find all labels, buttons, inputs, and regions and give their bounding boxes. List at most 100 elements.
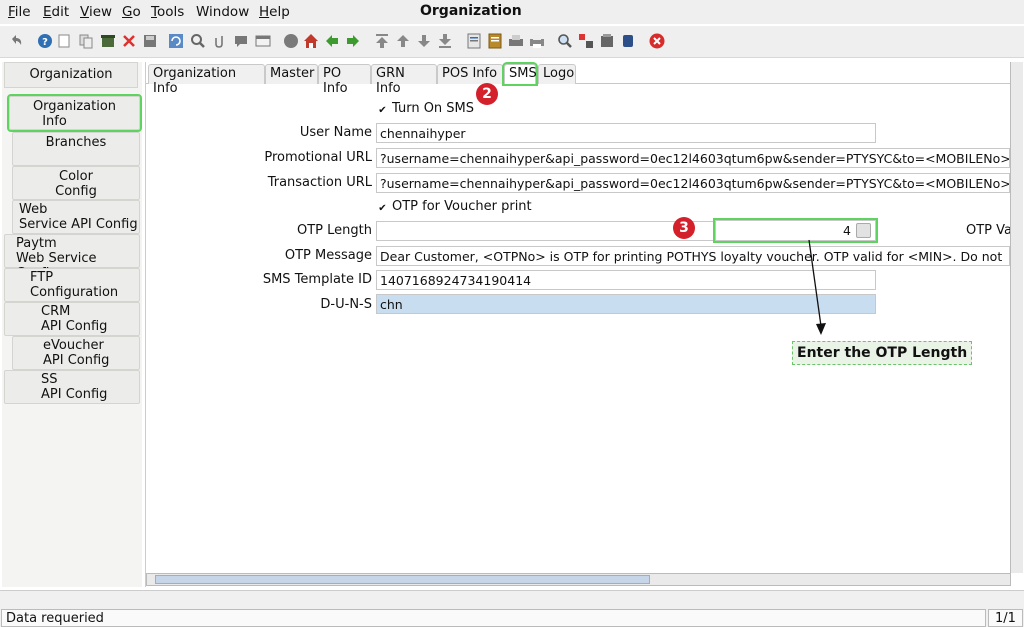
nav-item-web-service-api-config[interactable]: Web Service API Config [12,200,140,234]
history-icon[interactable] [255,33,271,49]
status-bar: Data requeried 1/1 [0,590,1024,627]
user-name-label: User Name [299,125,372,140]
promotional-url-field[interactable]: ?username=chennaihyper&api_password=0ec1… [376,148,1010,168]
print-icon[interactable] [529,33,545,49]
status-message: Data requeried [1,609,986,627]
tab-master[interactable]: Master [265,64,318,84]
nav-item-line2: API Config [43,353,110,368]
nav-item-line1: Organization [32,99,117,114]
turn-on-sms-label: Turn On SMS [392,101,475,116]
nav-item-branches[interactable]: Branches [12,132,140,166]
tab-po-info[interactable]: PO Info [318,64,371,96]
nav-item-evoucher-api-config[interactable]: eVoucher API Config [12,336,140,370]
transaction-url-label: Transaction URL [267,175,372,190]
workflow-icon[interactable] [620,33,636,49]
content-panel: Organization Info Master PO Info GRN Inf… [145,62,1023,587]
document-icon[interactable] [487,33,503,49]
undo-icon[interactable] [8,33,24,49]
tab-grn-info[interactable]: GRN Info [371,64,437,96]
menu-bar: File Edit View Go Tools Window Help Orga… [0,0,1024,24]
first-icon[interactable] [374,33,390,49]
save-icon[interactable] [142,33,158,49]
scrollbar-thumb[interactable] [155,575,650,584]
user-name-field[interactable]: chennaihyper [376,123,876,143]
report-icon[interactable] [466,33,482,49]
print-preview-icon[interactable] [508,33,524,49]
otp-message-label: OTP Message [284,248,372,263]
nav-item-line1: Web [19,202,48,217]
forward-icon[interactable] [345,33,361,49]
last-icon[interactable] [437,33,453,49]
back-icon[interactable] [324,33,340,49]
page-indicator: 1/1 [988,609,1023,627]
spinner-icon[interactable] [856,223,871,238]
nav-item-crm-api-config[interactable]: CRM API Config [4,302,140,336]
otp-voucher-label: OTP for Voucher print [392,199,532,214]
close-record-icon[interactable] [121,33,137,49]
exit-icon[interactable] [649,33,665,49]
refresh-icon[interactable] [168,33,184,49]
otp-length-label: OTP Length [297,223,372,238]
nav-item-line2: Info [42,114,67,129]
nav-item-ss-api-config[interactable]: SS API Config [4,370,140,404]
window-title: Organization [420,3,522,19]
left-nav-header: Organization [4,62,138,88]
next-icon[interactable] [416,33,432,49]
nav-item-line1: eVoucher [43,338,104,353]
menu-view[interactable]: View [80,4,112,20]
product-icon[interactable] [599,33,615,49]
tab-bar: Organization Info Master PO Info GRN Inf… [146,62,1023,96]
zoom-icon[interactable] [557,33,573,49]
otp-voucher-checkbox[interactable]: ✔ OTP for Voucher print [377,199,532,215]
find-icon[interactable] [190,33,206,49]
archive-icon[interactable] [283,33,299,49]
menu-tools[interactable]: Tools [151,4,184,20]
tab-pos-info[interactable]: POS Info [437,64,503,84]
tab-organization-info[interactable]: Organization Info [148,64,265,96]
menu-file[interactable]: File [8,4,31,20]
transaction-url-field[interactable]: ?username=chennaihyper&api_password=0ec1… [376,173,1010,193]
duns-field[interactable]: chn [376,294,876,314]
vertical-scrollbar[interactable] [1010,62,1023,573]
help-icon[interactable]: ? [37,33,53,49]
home-icon[interactable] [303,33,319,49]
tab-sms[interactable]: SMS [502,62,538,86]
turn-on-sms-checkbox[interactable]: ✔ Turn On SMS [377,101,474,117]
step-badge-2: 2 [476,83,498,105]
chat-icon[interactable] [233,33,249,49]
menu-edit[interactable]: Edit [43,4,69,20]
tab-logo[interactable]: Logo [538,64,576,84]
menu-window[interactable]: Window [196,4,249,20]
nav-item-line1: Branches [45,135,107,150]
horizontal-scrollbar[interactable] [146,573,1011,586]
nav-item-line1: Paytm [16,236,57,251]
menu-go[interactable]: Go [122,4,141,20]
new-icon[interactable] [56,33,72,49]
checkmark-icon: ✔ [378,203,387,214]
otp-length-field[interactable]: 4 [713,218,878,243]
nav-item-line2: Service API Config [19,217,138,232]
delete-icon[interactable] [100,33,116,49]
nav-item-line1: SS [41,372,58,387]
otp-length-callout: Enter the OTP Length [792,341,973,365]
menu-help[interactable]: Help [259,4,290,20]
toolbar: ? [0,26,1024,58]
svg-text:?: ? [42,37,48,48]
duns-label: D-U-N-S [320,297,372,312]
annotation-arrow [808,239,826,335]
nav-item-paytm-web-service-config[interactable]: Paytm Web Service Config [4,234,140,281]
nav-item-ftp-configuration[interactable]: FTP Configuration [4,268,140,302]
previous-icon[interactable] [395,33,411,49]
checkmark-icon: ✔ [378,105,387,116]
nav-item-color-config[interactable]: Color Config [12,166,140,200]
attachment-icon[interactable] [212,33,228,49]
otp-message-field[interactable]: Dear Customer, <OTPNo> is OTP for printi… [376,246,1010,266]
sms-template-label: SMS Template ID [262,272,372,287]
left-nav: Organization Organization Info Branches … [2,62,173,587]
nav-item-organization-info[interactable]: Organization Info [7,94,142,132]
copy-icon[interactable] [78,33,94,49]
sms-template-field[interactable]: 1407168924734190414 [376,270,876,290]
request-icon[interactable] [578,33,594,49]
step-badge-3: 3 [673,217,695,239]
nav-item-line1: FTP [30,270,54,285]
